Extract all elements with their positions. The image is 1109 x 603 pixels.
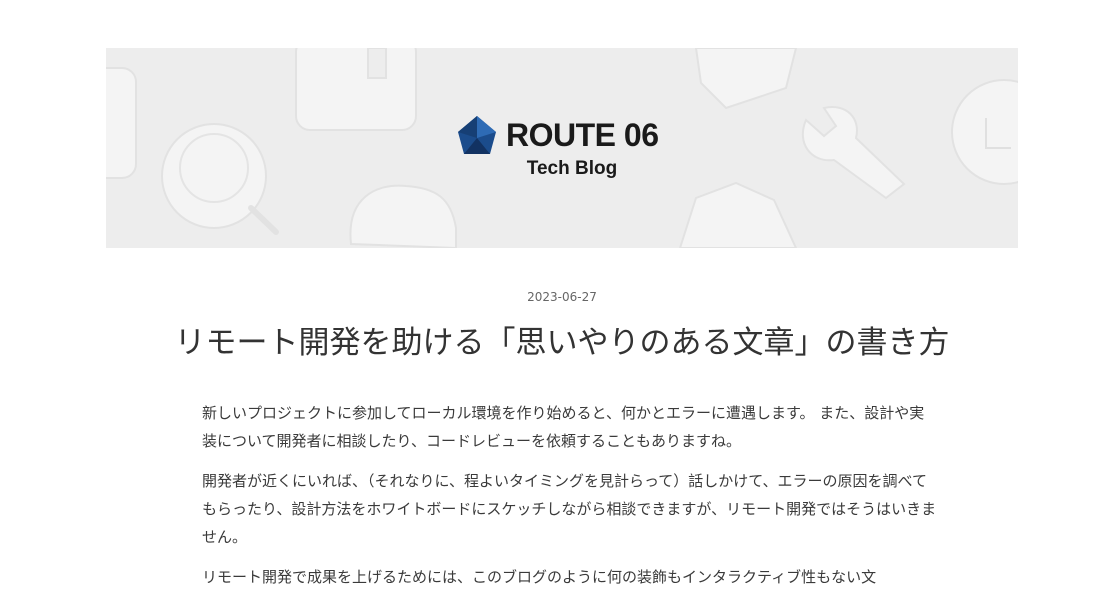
- paragraph: 新しいプロジェクトに参加してローカル環境を作り始めると、何かとエラーに遭遇します…: [202, 404, 925, 450]
- paragraph: 開発者が近くにいれば、（それなりに、程よいタイミングを見計らって）話しかけて、エ…: [202, 472, 937, 546]
- brand-subtitle: Tech Blog: [526, 158, 618, 179]
- brand-row: ROUTE 06: [456, 114, 659, 156]
- post-date: 2023-06-27: [527, 290, 597, 304]
- brand-name: ROUTE 06: [506, 116, 659, 153]
- paragraph: リモート開発で成果を上げるためには、このブログのように何の装飾もインタラクティブ…: [202, 568, 877, 586]
- post-body: 新しいプロジェクトに参加してローカル環境を作り始めると、何かとエラーに遭遇します…: [202, 399, 937, 603]
- route06-logo-icon: [458, 116, 496, 154]
- logo[interactable]: ROUTE 06 Tech Blog: [106, 48, 1018, 248]
- post-title: リモート開発を助ける「思いやりのある文章」の書き方: [174, 325, 950, 361]
- header-banner[interactable]: ROUTE 06 Tech Blog: [106, 48, 1018, 248]
